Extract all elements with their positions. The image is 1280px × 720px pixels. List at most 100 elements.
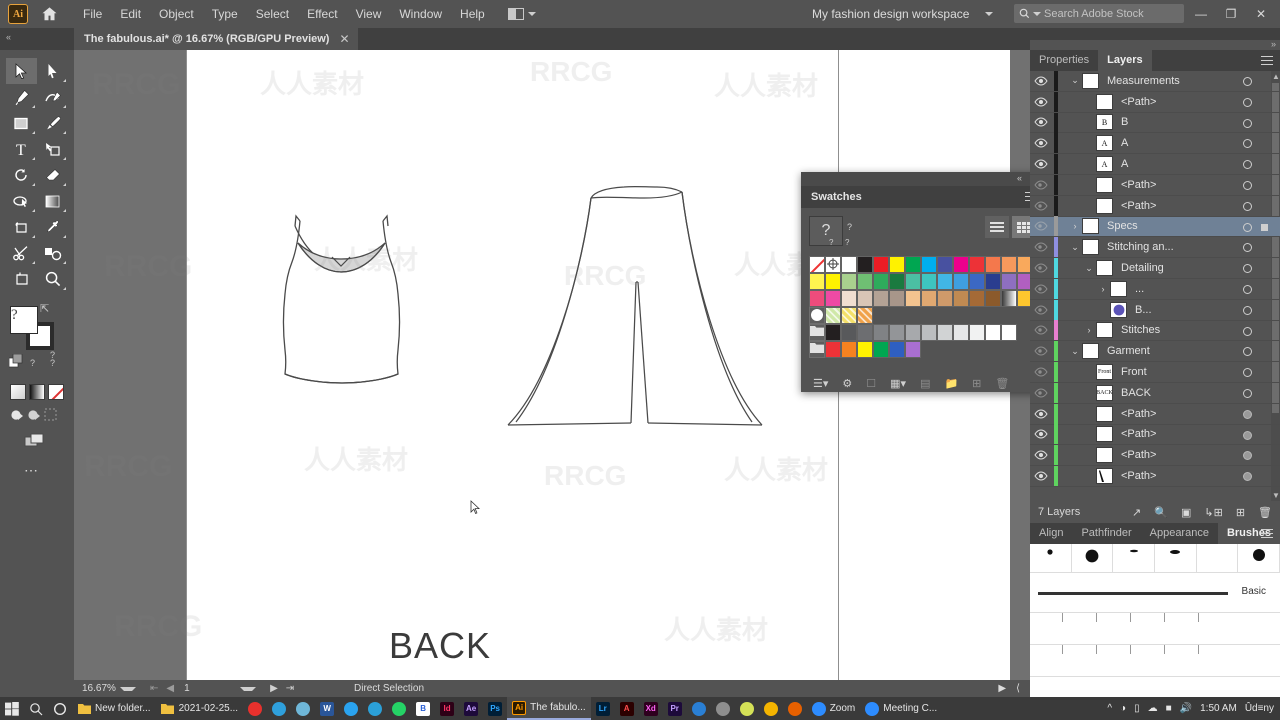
taskbar-item[interactable]: [243, 697, 267, 720]
pen-tool[interactable]: [6, 84, 37, 110]
taskbar-item[interactable]: W: [315, 697, 339, 720]
swatch-color[interactable]: [841, 273, 857, 290]
layer-row[interactable]: <Path>: [1030, 174, 1280, 196]
swatch-row[interactable]: [809, 273, 1065, 290]
brush-preset[interactable]: [1197, 544, 1239, 572]
swatch-color[interactable]: [969, 290, 985, 307]
swatch-color[interactable]: [953, 273, 969, 290]
search-layers-icon[interactable]: 🔍: [1154, 506, 1168, 519]
status-tool-name[interactable]: Direct Selection: [354, 683, 424, 694]
swatch-gradient-white[interactable]: [1001, 290, 1017, 307]
layer-row[interactable]: ⌄ Stitching an...: [1030, 237, 1280, 259]
layer-target-indicator[interactable]: [1243, 284, 1252, 294]
menu-help[interactable]: Help: [451, 3, 494, 25]
workspace-switcher[interactable]: My fashion design workspace: [812, 7, 969, 21]
taskbar-item[interactable]: Id: [435, 697, 459, 720]
new-swatch-icon[interactable]: ⊞: [972, 377, 981, 390]
swatch-color[interactable]: [825, 341, 841, 358]
swatch-color[interactable]: [873, 273, 889, 290]
brush-presets-row[interactable]: [1030, 544, 1280, 572]
expand-panels-icon[interactable]: »: [1271, 39, 1276, 49]
swatch-color[interactable]: [921, 324, 937, 341]
fill-color-swatch[interactable]: ?: [10, 306, 38, 334]
layer-row[interactable]: BB: [1030, 112, 1280, 134]
new-color-group-icon[interactable]: ▦▾: [890, 377, 906, 390]
swatch-color[interactable]: [857, 324, 873, 341]
swatch-color[interactable]: [841, 341, 857, 358]
adobe-stock-search[interactable]: Search Adobe Stock: [1014, 4, 1184, 23]
layer-target-indicator[interactable]: [1243, 243, 1252, 253]
swatch-color[interactable]: [857, 341, 873, 358]
current-swatch[interactable]: ?: [809, 216, 843, 246]
swatch-color[interactable]: [825, 273, 841, 290]
layer-row[interactable]: AA: [1030, 133, 1280, 155]
taskbar-item[interactable]: Xd: [639, 697, 663, 720]
collapse-icon[interactable]: «: [1017, 173, 1022, 183]
document-tab[interactable]: The fabulous.ai* @ 16.67% (RGB/GPU Previ…: [74, 28, 358, 50]
layer-row[interactable]: <Path>: [1030, 445, 1280, 467]
swatch-color[interactable]: [921, 256, 937, 273]
layer-target-indicator[interactable]: [1243, 180, 1252, 190]
last-page-icon[interactable]: ⇥: [282, 683, 298, 694]
swatch-color[interactable]: [889, 341, 905, 358]
menu-file[interactable]: File: [74, 3, 111, 25]
swatch-color[interactable]: [921, 273, 937, 290]
menu-window[interactable]: Window: [390, 3, 451, 25]
eye-icon[interactable]: [1030, 429, 1052, 439]
zoom-level[interactable]: 16.67%: [74, 683, 120, 694]
windows-start-icon[interactable]: [0, 697, 24, 720]
eye-icon[interactable]: [1030, 388, 1052, 398]
eyedropper-tool[interactable]: [37, 214, 68, 240]
layer-target-indicator[interactable]: [1243, 264, 1252, 274]
swatch-row[interactable]: [809, 290, 1065, 307]
volume-icon[interactable]: 🔊: [1180, 703, 1192, 714]
scissors-tool[interactable]: [6, 240, 37, 266]
tab-appearance[interactable]: Appearance: [1141, 523, 1218, 544]
chevron-down-icon[interactable]: ⌄: [1068, 346, 1082, 357]
swatch-color[interactable]: [889, 273, 905, 290]
taskbar-item[interactable]: 2021-02-25...: [156, 697, 244, 720]
taskbar-item[interactable]: A: [615, 697, 639, 720]
swatch-color[interactable]: [841, 324, 857, 341]
cloud-icon[interactable]: ☁: [1148, 703, 1158, 714]
swatch-color[interactable]: [1001, 324, 1017, 341]
swatch-pattern-confetti[interactable]: [841, 307, 857, 324]
swatch-color[interactable]: [857, 273, 873, 290]
swatch-color[interactable]: [873, 256, 889, 273]
swatch-color[interactable]: [937, 324, 953, 341]
swap-fill-stroke-icon[interactable]: ⇱: [40, 302, 49, 315]
layer-target-indicator[interactable]: [1243, 451, 1252, 461]
eraser-tool[interactable]: [37, 162, 68, 188]
make-clipping-mask-icon[interactable]: ▣: [1181, 506, 1191, 519]
battery-icon[interactable]: ■: [1166, 703, 1172, 714]
panel-menu-icon[interactable]: [1261, 56, 1273, 65]
swatch-color[interactable]: [953, 290, 969, 307]
eye-icon[interactable]: [1030, 367, 1052, 377]
layer-row[interactable]: › Specs: [1030, 216, 1280, 238]
swatch-color[interactable]: [937, 273, 953, 290]
scroll-down-icon[interactable]: ▼: [1272, 491, 1280, 500]
chevron-down-icon[interactable]: [240, 686, 257, 691]
collapse-panel-icon[interactable]: «: [6, 32, 11, 42]
rotate-tool[interactable]: [6, 162, 37, 188]
create-new-sublayer-icon[interactable]: ↳⊞: [1204, 506, 1222, 519]
draw-behind-icon[interactable]: [27, 408, 42, 425]
menu-edit[interactable]: Edit: [111, 3, 150, 25]
illustrator-logo-icon[interactable]: Ai: [8, 4, 28, 24]
menu-object[interactable]: Object: [150, 3, 203, 25]
minimize-button[interactable]: —: [1186, 4, 1216, 24]
prev-page-icon[interactable]: ◀: [162, 683, 178, 694]
brush-preset[interactable]: [1155, 544, 1197, 572]
home-icon[interactable]: [38, 3, 60, 25]
taskbar-item[interactable]: [783, 697, 807, 720]
tab-pathfinder[interactable]: Pathfinder: [1072, 523, 1140, 544]
swatch-color[interactable]: [841, 256, 857, 273]
layer-row[interactable]: <Path>: [1030, 195, 1280, 217]
brush-basic-row[interactable]: Basic: [1030, 572, 1280, 612]
swatch-color[interactable]: [889, 290, 905, 307]
taskbar-item[interactable]: Zoom: [807, 697, 861, 720]
swatch-color[interactable]: [873, 290, 889, 307]
mobile-icon[interactable]: ▯: [1134, 703, 1140, 714]
layer-row[interactable]: AA: [1030, 154, 1280, 175]
menu-type[interactable]: Type: [203, 3, 247, 25]
